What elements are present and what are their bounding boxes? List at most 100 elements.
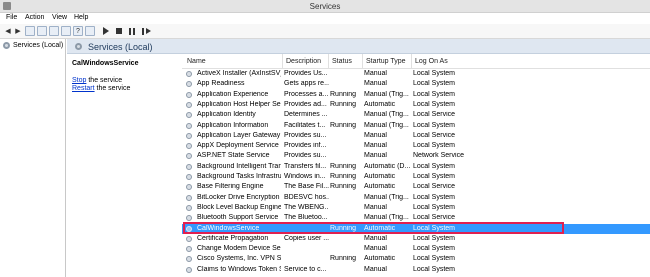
table-row[interactable]: Certificate Propagation Copies user ... Ma…: [182, 234, 650, 244]
service-startup-type: Automatic (D...: [364, 162, 411, 170]
table-row[interactable]: Application Information Facilitates t... R…: [182, 121, 650, 131]
service-log-on-as: Local System: [413, 80, 456, 88]
service-gear-icon: [186, 81, 192, 88]
service-gear-icon: [186, 71, 192, 77]
pause-service-icon[interactable]: [127, 26, 137, 36]
service-log-on-as: Local System: [413, 234, 456, 242]
export-list-icon[interactable]: [61, 26, 71, 36]
column-header-name[interactable]: Name: [184, 54, 282, 68]
table-row[interactable]: AppX Deployment Service (... Provides inf…: [182, 141, 650, 151]
service-startup-type: Manual (Trig...: [364, 111, 409, 119]
service-log-on-as: Local System: [413, 121, 456, 129]
title-bar: Services: [0, 0, 650, 13]
service-gear-icon: [186, 256, 192, 263]
service-name: Cisco Systems, Inc. VPN Service: [197, 255, 281, 263]
table-row[interactable]: Application Identity Determines ... Manual…: [182, 110, 650, 120]
table-row[interactable]: Block Level Backup Engine ... The WBENG..…: [182, 203, 650, 213]
service-startup-type: Automatic: [364, 173, 396, 180]
start-service-icon[interactable]: [101, 26, 111, 36]
gear-icon: [3, 42, 10, 49]
back-arrow-icon[interactable]: ◀: [3, 26, 13, 36]
service-gear-icon: [186, 163, 192, 170]
service-description: Transfers fil...: [284, 162, 327, 170]
service-description: Windows in...: [284, 173, 326, 180]
restart-service-icon[interactable]: [140, 26, 151, 36]
console-tree: Services (Local): [0, 39, 66, 277]
show-action-pane-icon[interactable]: [85, 26, 95, 36]
selected-service-title: CalWindowsService: [72, 60, 139, 67]
service-status: Running: [330, 183, 357, 191]
tree-item-services-local[interactable]: Services (Local): [3, 42, 63, 49]
service-name: ActiveX Installer (AxInstSV): [197, 70, 281, 77]
service-description: Copies user ...: [284, 234, 329, 242]
service-startup-type: Manual: [364, 234, 387, 242]
table-row[interactable]: Background Intelligent Tran... Transfers …: [182, 162, 650, 172]
service-startup-type: Manual: [364, 131, 387, 139]
table-row[interactable]: ASP.NET State Service Provides su... Manua…: [182, 151, 650, 161]
stop-service-link[interactable]: Stop: [72, 77, 86, 84]
table-row[interactable]: BitLocker Drive Encryption ... BDESVC hos…: [182, 193, 650, 203]
restart-service-link[interactable]: Restart: [72, 85, 95, 92]
menu-action[interactable]: Action: [25, 14, 44, 21]
table-row[interactable]: App Readiness Gets apps re... Manual Local …: [182, 79, 650, 89]
column-header-log-on-as[interactable]: Log On As: [411, 54, 491, 68]
menu-file[interactable]: File: [6, 14, 17, 21]
service-name: Application Layer Gateway ...: [197, 131, 281, 139]
service-gear-icon: [186, 143, 192, 150]
service-description: Determines ...: [284, 111, 328, 119]
service-status: Running: [330, 162, 357, 170]
page-title: Services (Local): [88, 42, 153, 52]
service-description: BDESVC hos...: [284, 193, 329, 201]
services-table: Name Description Status Startup Type Log…: [182, 54, 650, 277]
table-row[interactable]: Application Experience Processes a... Runn…: [182, 90, 650, 100]
service-status: Running: [330, 255, 357, 263]
show-hide-console-tree-icon[interactable]: [25, 26, 35, 36]
service-log-on-as: Local System: [413, 193, 456, 201]
service-startup-type: Manual: [364, 80, 387, 88]
service-log-on-as: Network Service: [413, 152, 464, 160]
service-log-on-as: Local Service: [413, 111, 456, 119]
service-status: Running: [330, 90, 357, 98]
service-gear-icon: [186, 235, 192, 242]
service-log-on-as: Local Service: [413, 183, 456, 191]
table-row[interactable]: ActiveX Installer (AxInstSV) Provides Us.…: [182, 69, 650, 79]
service-status: Running: [330, 100, 357, 108]
services-header: Services (Local): [67, 39, 650, 54]
table-row[interactable]: Base Filtering Engine The Base Fil... Runn…: [182, 182, 650, 192]
properties-icon[interactable]: [37, 26, 47, 36]
service-description: Service to c...: [284, 265, 327, 273]
menu-view[interactable]: View: [52, 14, 67, 21]
menu-help[interactable]: Help: [74, 14, 88, 21]
column-header-description[interactable]: Description: [282, 54, 328, 68]
service-description: Provides su...: [284, 131, 327, 139]
service-gear-icon: [186, 132, 192, 139]
table-row[interactable]: Cisco Systems, Inc. VPN Service Running Au…: [182, 254, 650, 264]
selection-highlight-box: [183, 222, 564, 234]
table-row[interactable]: Claims to Windows Token S... Service to c…: [182, 265, 650, 275]
table-row[interactable]: Application Host Helper Ser... Provides a…: [182, 100, 650, 110]
table-row[interactable]: Change Modem Device Service Manual Local S…: [182, 244, 650, 254]
stop-service-icon[interactable]: [114, 26, 124, 36]
service-name: Background Tasks Infrastru...: [197, 173, 281, 180]
service-name: Base Filtering Engine: [197, 183, 264, 191]
service-startup-type: Automatic: [364, 100, 396, 108]
service-gear-icon: [186, 246, 192, 253]
service-name: Application Identity: [197, 111, 256, 119]
service-name: Claims to Windows Token S...: [197, 265, 281, 273]
service-gear-icon: [186, 112, 192, 119]
table-row[interactable]: Application Layer Gateway ... Provides su…: [182, 131, 650, 141]
service-log-on-as: Local Service: [413, 131, 456, 139]
forward-arrow-icon[interactable]: ▶: [13, 26, 23, 36]
column-header-startup-type[interactable]: Startup Type: [362, 54, 411, 68]
service-startup-type: Manual: [364, 203, 387, 211]
refresh-icon[interactable]: [49, 26, 59, 36]
service-description: The Base Fil...: [284, 183, 329, 191]
service-description: Provides ad...: [284, 100, 327, 108]
column-header-status[interactable]: Status: [328, 54, 362, 68]
service-description: Provides Us...: [284, 70, 328, 77]
help-icon[interactable]: ?: [73, 26, 83, 36]
service-gear-icon: [186, 194, 192, 201]
stop-service-action: Stop the service: [72, 77, 122, 84]
service-log-on-as: Local System: [413, 70, 456, 77]
table-row[interactable]: Background Tasks Infrastru... Windows in.…: [182, 172, 650, 182]
